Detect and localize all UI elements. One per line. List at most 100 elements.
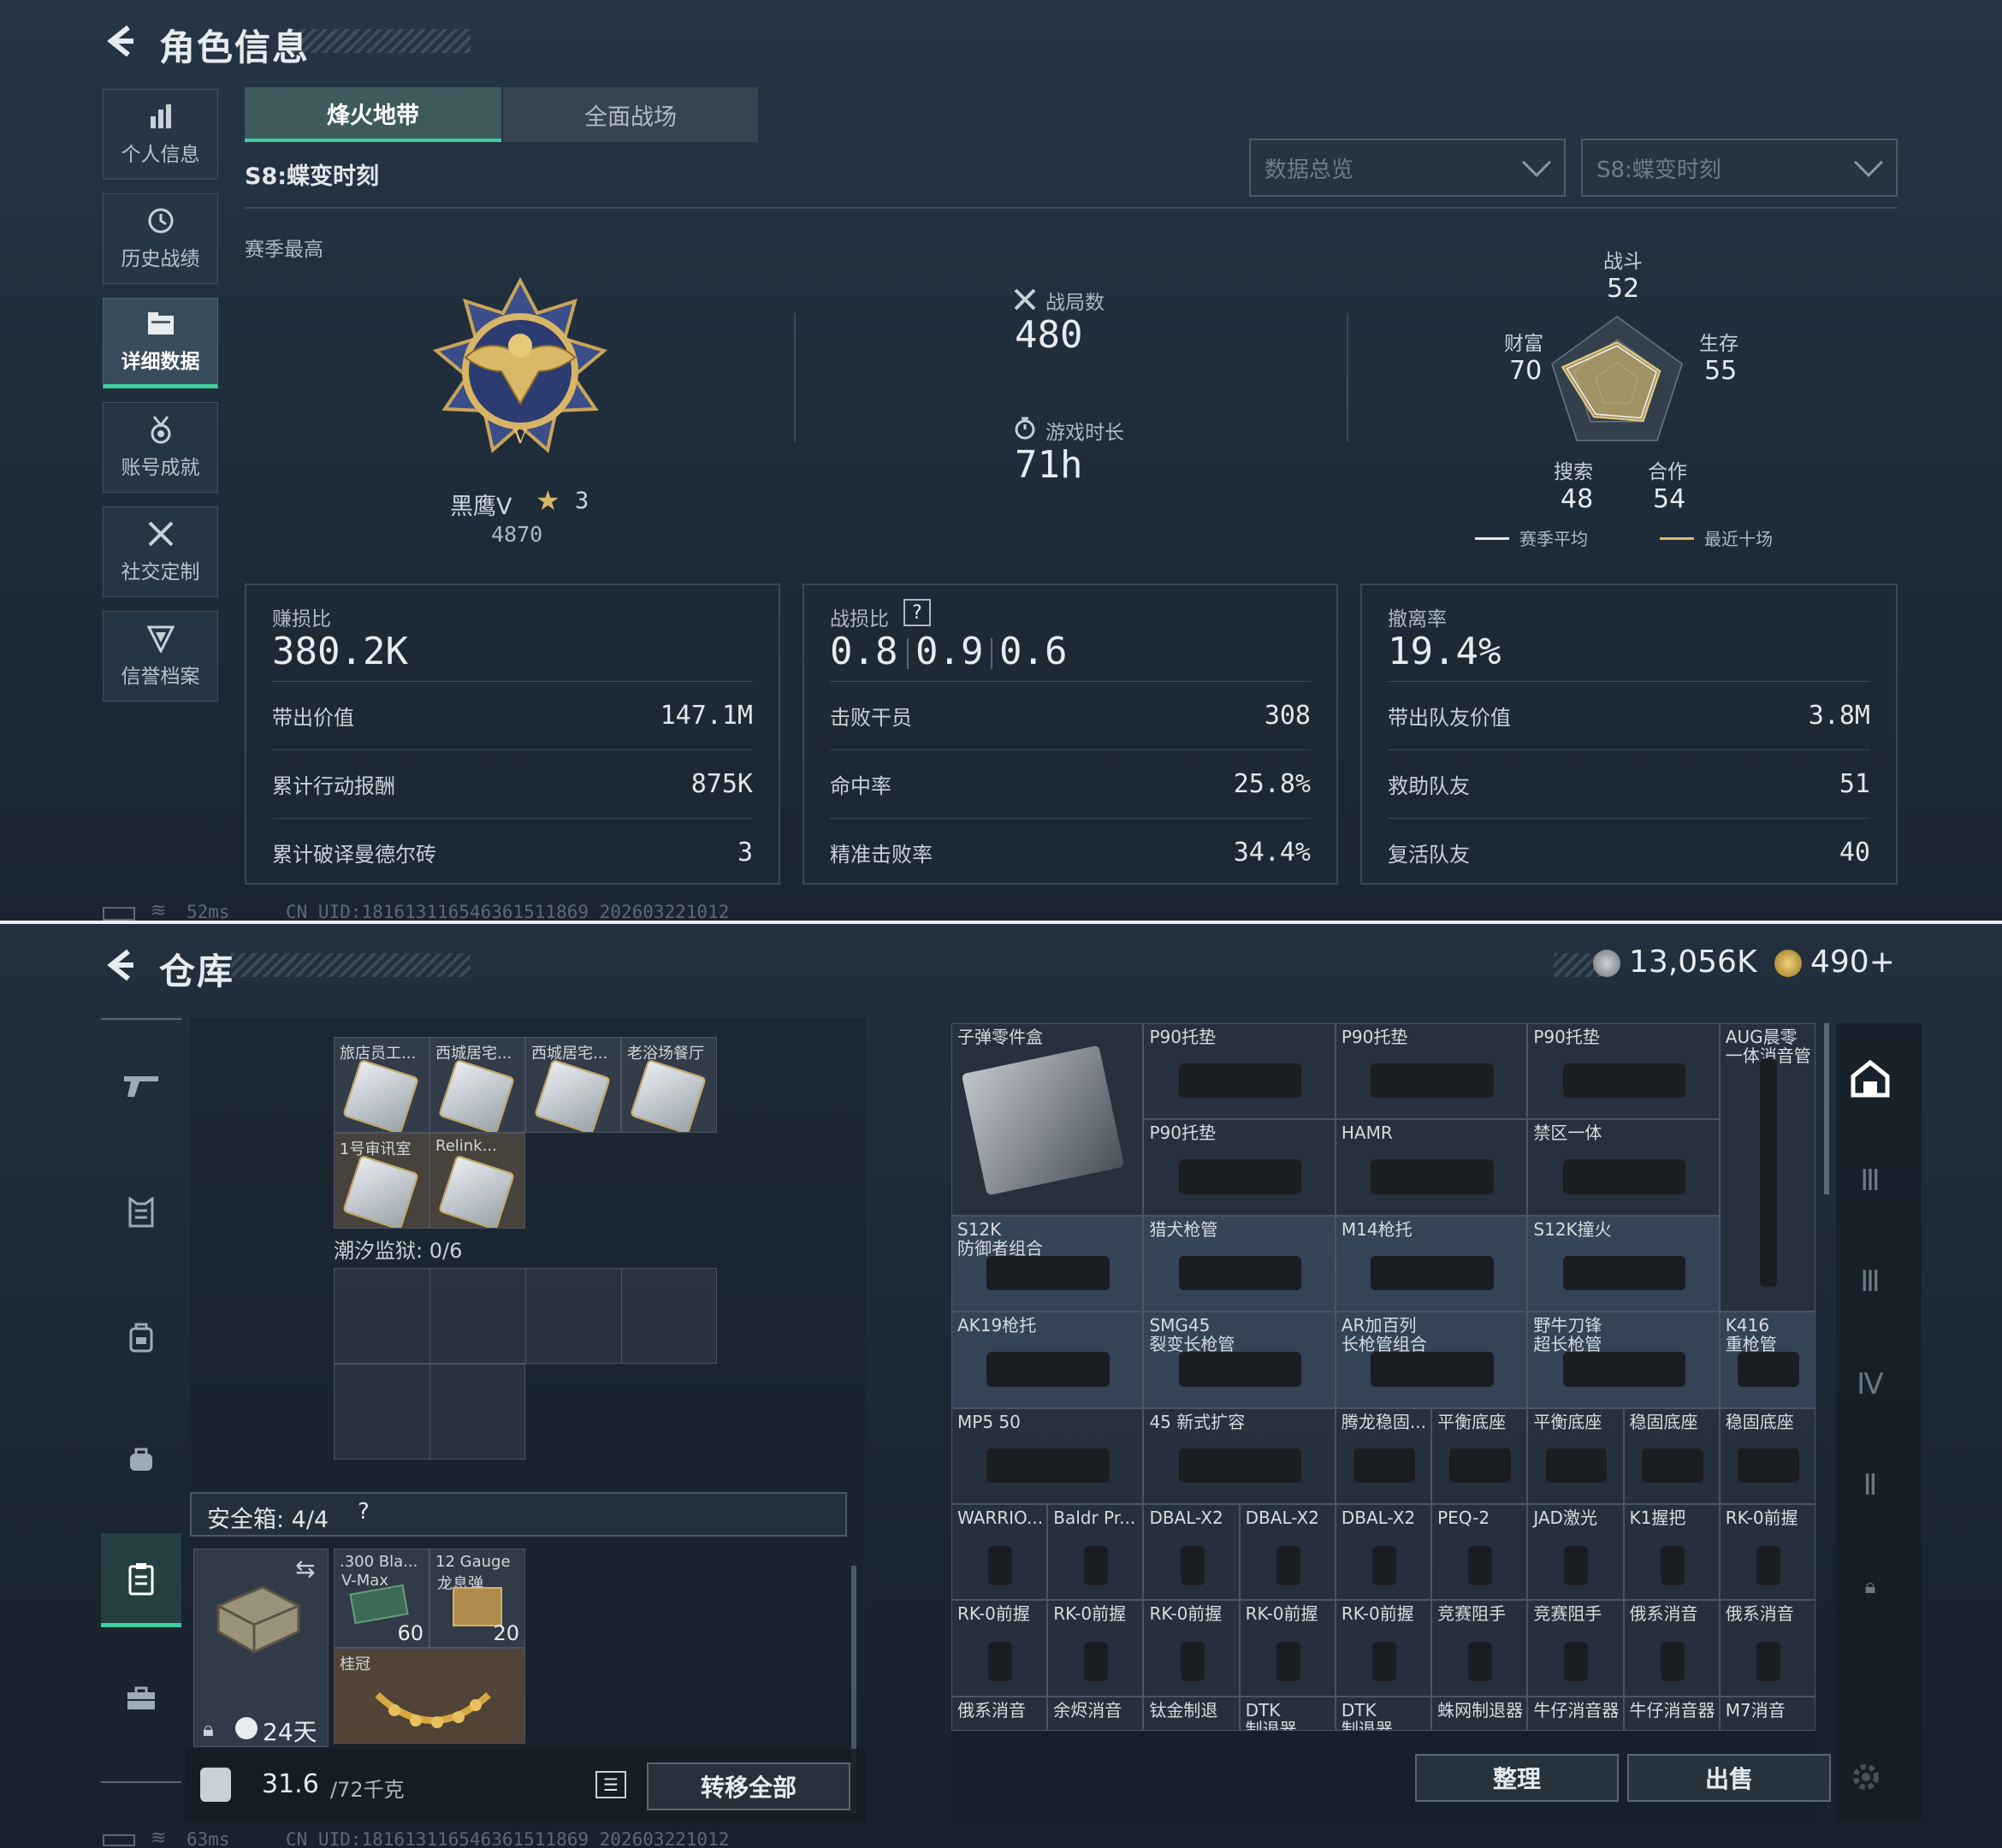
storage-item[interactable]: K416 重枪管 <box>1719 1312 1815 1408</box>
storage-item[interactable]: M14枪托 <box>1335 1215 1528 1312</box>
ammo-item[interactable]: 12 Gauge 龙息弹 20 <box>429 1549 525 1648</box>
storage-item[interactable]: DBAL-X2 <box>1143 1504 1240 1601</box>
storage-item[interactable]: 平衡底座 <box>1431 1407 1528 1504</box>
storage-item[interactable]: AR加百列 长枪管组合 <box>1335 1312 1528 1408</box>
storage-item[interactable]: 俄系消音 <box>951 1696 1048 1731</box>
storage-tab-2-icon[interactable]: Ⅱ <box>1845 1460 1896 1511</box>
back-arrow-icon[interactable] <box>103 24 137 58</box>
folder-icon <box>146 309 175 338</box>
lock-icon[interactable]: 🔒︎ <box>1845 1561 1896 1612</box>
storage-item[interactable]: SMG45 裂变长枪管 <box>1143 1312 1336 1408</box>
uid-text: CN UID:181613116546361511869_20260322101… <box>286 902 730 922</box>
storage-item[interactable]: WARRIO... <box>951 1504 1048 1601</box>
nav-reputation[interactable]: 信誉档案 <box>103 611 218 702</box>
item-sublabel: V-Max <box>341 1572 388 1590</box>
pouch-icon[interactable] <box>101 1419 181 1499</box>
storage-item[interactable]: M7消音 <box>1719 1696 1815 1731</box>
storage-item[interactable]: RK-0前握 <box>1047 1600 1144 1697</box>
key-card-item[interactable]: Relink... <box>429 1133 525 1229</box>
storage-item[interactable]: AK19枪托 <box>951 1312 1144 1408</box>
laurel-crown-item[interactable]: 桂冠 <box>334 1648 525 1744</box>
storage-item[interactable]: DBAL-X2 <box>1239 1504 1336 1601</box>
storage-item[interactable]: S12K 防御者组合 <box>951 1215 1144 1312</box>
sort-button[interactable]: 整理 <box>1415 1754 1619 1802</box>
storage-item[interactable]: P90托垫 <box>1335 1023 1528 1120</box>
storage-item[interactable]: 蛛网制退器 <box>1431 1696 1528 1731</box>
storage-item[interactable]: 猎犬枪管 <box>1143 1215 1336 1312</box>
swap-icon[interactable]: ⇆ <box>295 1555 315 1583</box>
storage-item[interactable]: 禁区一体 <box>1527 1119 1720 1216</box>
briefcase-icon[interactable] <box>101 1658 181 1738</box>
storage-item[interactable]: 平衡底座 <box>1527 1407 1624 1504</box>
key-card-item[interactable]: 旅店员工... <box>334 1037 429 1133</box>
tab-firezone[interactable]: 烽火地带 <box>245 87 501 142</box>
storage-item[interactable]: 余烬消音 <box>1047 1696 1144 1731</box>
key-card-item[interactable]: 西城居宅... <box>525 1037 621 1133</box>
storage-tab-3-icon[interactable]: Ⅲ <box>1845 1155 1896 1206</box>
transfer-all-button[interactable]: 转移全部 <box>647 1762 850 1810</box>
storage-item[interactable]: 牛仔消音器 <box>1623 1696 1720 1731</box>
radar-survival-value: 55 <box>1704 356 1738 386</box>
nav-social[interactable]: 社交定制 <box>103 506 218 597</box>
warehouse-home-icon[interactable] <box>1845 1052 1896 1104</box>
storage-item[interactable]: MP5 50 <box>951 1407 1144 1504</box>
storage-item[interactable]: P90托垫 <box>1143 1119 1336 1216</box>
storage-item[interactable]: 45 新式扩容 <box>1143 1407 1336 1504</box>
storage-item[interactable]: S12K撞火 <box>1527 1215 1720 1312</box>
storage-item[interactable]: P90托垫 <box>1527 1023 1720 1120</box>
backpack-icon[interactable] <box>101 1297 181 1377</box>
storage-item[interactable]: 牛仔消音器 <box>1527 1696 1624 1731</box>
storage-item[interactable]: 俄系消音 <box>1719 1600 1815 1697</box>
storage-item[interactable]: 俄系消音 <box>1623 1600 1720 1697</box>
storage-item[interactable]: P90托垫 <box>1143 1023 1336 1120</box>
weapon-icon[interactable] <box>101 1045 181 1126</box>
storage-item[interactable]: AUG晨零 一体消音管 <box>1719 1023 1815 1312</box>
storage-item[interactable]: RK-0前握 <box>1335 1600 1432 1697</box>
nav-detailed-data[interactable]: 详细数据 <box>103 298 218 388</box>
storage-item[interactable]: 竞赛阻手 <box>1527 1600 1624 1697</box>
safebox-icon[interactable] <box>101 1533 181 1627</box>
scrollbar[interactable] <box>1824 1023 1829 1194</box>
storage-item[interactable]: 腾龙稳固... <box>1335 1407 1432 1504</box>
vest-icon[interactable] <box>101 1172 181 1253</box>
safebox-item[interactable]: ⇆ 🔒︎ 24天 <box>193 1549 329 1747</box>
sell-button[interactable]: 出售 <box>1627 1754 1831 1802</box>
help-icon[interactable]: ? <box>358 1499 370 1525</box>
back-arrow-icon[interactable] <box>103 948 137 982</box>
storage-item[interactable]: 稳固底座 <box>1623 1407 1720 1504</box>
storage-item[interactable]: K1握把 <box>1623 1504 1720 1601</box>
storage-item[interactable]: PEQ-2 <box>1431 1504 1528 1601</box>
storage-item[interactable]: 野牛刀锋 超长枪管 <box>1527 1312 1720 1408</box>
overview-select[interactable]: 数据总览 <box>1249 139 1566 197</box>
ammo-item[interactable]: .300 Bla... V-Max 60 <box>334 1549 429 1648</box>
storage-item[interactable]: 钛金制退 <box>1143 1696 1240 1731</box>
storage-tab-4-icon[interactable]: Ⅳ <box>1845 1359 1896 1410</box>
premium-currency[interactable]: 490+ <box>1810 945 1895 980</box>
key-card-item[interactable]: 老浴场餐厅 <box>621 1037 717 1133</box>
key-card-item[interactable]: 1号审讯室 <box>334 1133 429 1229</box>
key-card-item[interactable]: 西城居宅... <box>429 1037 525 1133</box>
storage-item[interactable]: RK-0前握 <box>951 1600 1048 1697</box>
storage-item[interactable]: DBAL-X2 <box>1335 1504 1432 1601</box>
help-icon[interactable]: ? <box>903 599 931 626</box>
item-label: P90托垫 <box>1341 1027 1408 1047</box>
storage-item[interactable]: DTK 制退器 <box>1335 1696 1432 1731</box>
nav-history[interactable]: 历史战绩 <box>103 193 218 284</box>
storage-item[interactable]: RK-0前握 <box>1239 1600 1336 1697</box>
storage-item[interactable]: RK-0前握 <box>1143 1600 1240 1697</box>
list-view-icon[interactable]: ☰ <box>595 1771 626 1798</box>
item-label: P90托垫 <box>1149 1122 1216 1144</box>
storage-item[interactable]: 子弹零件盒 <box>951 1023 1144 1216</box>
storage-item[interactable]: Baldr Pr... <box>1047 1504 1144 1601</box>
storage-item[interactable]: 稳固底座 <box>1719 1407 1815 1504</box>
storage-item[interactable]: HAMR <box>1335 1119 1528 1216</box>
storage-item[interactable]: DTK 制退器 <box>1239 1696 1336 1731</box>
nav-achievements[interactable]: 账号成就 <box>103 402 218 493</box>
storage-item[interactable]: JAD激光 <box>1527 1504 1624 1601</box>
tab-full-battlefield[interactable]: 全面战场 <box>503 87 758 142</box>
nav-personal-info[interactable]: 个人信息 <box>103 89 218 180</box>
storage-item[interactable]: 竞赛阻手 <box>1431 1600 1528 1697</box>
storage-item[interactable]: RK-0前握 <box>1719 1504 1815 1601</box>
season-select[interactable]: S8:蝶变时刻 <box>1581 139 1898 197</box>
storage-tab-3b-icon[interactable]: Ⅲ <box>1845 1256 1896 1307</box>
